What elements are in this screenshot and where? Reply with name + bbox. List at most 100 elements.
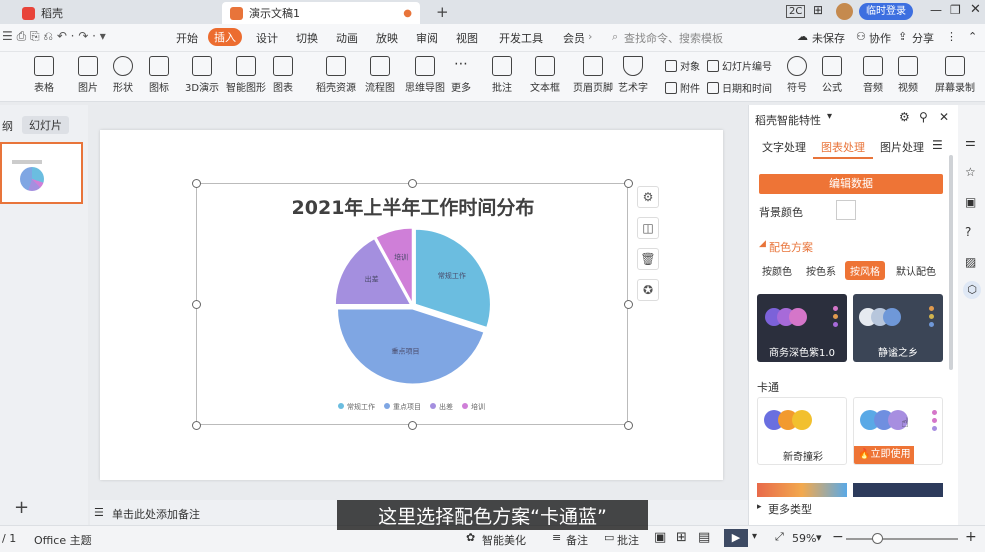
pane-settings-icon[interactable]: ⚙ bbox=[899, 110, 910, 124]
menu-start[interactable]: 开始 bbox=[176, 30, 198, 46]
scheme-tab-style[interactable]: 按风格 bbox=[845, 261, 885, 280]
bg-color-swatch[interactable] bbox=[836, 200, 856, 220]
menu-more-icon[interactable]: › bbox=[588, 30, 592, 43]
adjust-icon[interactable]: ⚌ bbox=[965, 135, 976, 149]
scheme-card-novel[interactable]: 新奇撞彩 bbox=[757, 397, 847, 465]
datetime-button[interactable]: 日期和时间 bbox=[707, 80, 772, 95]
expand-arrow-icon[interactable]: ▸ bbox=[757, 502, 762, 512]
image-button[interactable]: 图片 bbox=[78, 56, 98, 94]
chart-button[interactable]: 图表 bbox=[273, 56, 293, 94]
delete-icon[interactable]: 🗑 bbox=[637, 248, 659, 270]
crop-icon[interactable]: ▣ bbox=[965, 195, 976, 209]
tab-daoke[interactable]: 稻壳 bbox=[14, 2, 219, 24]
play-options-icon[interactable]: ▾ bbox=[752, 531, 757, 542]
share-button[interactable]: 分享 bbox=[912, 30, 934, 46]
smart-feature-icon[interactable]: ⬡ bbox=[963, 281, 981, 299]
menu-transition[interactable]: 切换 bbox=[296, 30, 318, 46]
fit-zoom-icon[interactable]: ⤢ bbox=[775, 530, 784, 544]
pane-menu-icon[interactable]: ☰ bbox=[932, 138, 943, 152]
shape-button[interactable]: 形状 bbox=[113, 56, 133, 94]
formula-button[interactable]: 公式 bbox=[822, 56, 842, 94]
pane-tab-image[interactable]: 图片处理 bbox=[880, 139, 924, 155]
grid-icon[interactable]: ⊞ bbox=[813, 3, 823, 17]
pane-close-icon[interactable]: ✕ bbox=[939, 110, 949, 124]
collapse-icon[interactable]: ⌃ bbox=[968, 30, 977, 43]
use-now-button[interactable]: 🔥立即使用 bbox=[854, 446, 914, 464]
video-button[interactable]: 视频 bbox=[898, 56, 918, 94]
scheme-card-business[interactable]: 商务深色紫1.0 bbox=[757, 294, 847, 362]
reading-view-icon[interactable]: ▤ bbox=[698, 530, 710, 545]
edit-data-button[interactable]: 编辑数据 bbox=[759, 174, 943, 194]
sorter-view-icon[interactable]: ⊞ bbox=[676, 530, 687, 545]
scheme-tab-series[interactable]: 按色系 bbox=[801, 261, 841, 280]
tab-slides[interactable]: 幻灯片 bbox=[22, 116, 69, 134]
tab-document[interactable]: 演示文稿1 ● bbox=[222, 2, 420, 24]
unsaved-status[interactable]: 未保存 bbox=[812, 30, 845, 46]
headerfooter-button[interactable]: 页眉页脚 bbox=[573, 56, 613, 94]
scheme-card-peek-a[interactable] bbox=[757, 483, 847, 497]
mindmap-button[interactable]: 思维导图 bbox=[405, 56, 445, 94]
comment-toggle[interactable]: 批注 bbox=[617, 532, 639, 548]
image-tool-icon[interactable]: ▨ bbox=[965, 255, 976, 269]
quick-access-icons[interactable]: ☰ ⎙ ⎘ ⎌ ↶ · ↷ · ▾ bbox=[2, 29, 106, 44]
icon-button[interactable]: 图标 bbox=[149, 56, 169, 94]
collab-button[interactable]: 协作 bbox=[869, 30, 891, 46]
menu-developer[interactable]: 开发工具 bbox=[499, 30, 543, 46]
login-button[interactable]: 临时登录 bbox=[859, 3, 913, 20]
zoom-in-icon[interactable]: + bbox=[965, 529, 977, 545]
pane-title[interactable]: 稻壳智能特性 bbox=[755, 112, 821, 128]
zoom-level[interactable]: 59% bbox=[792, 532, 816, 545]
audio-button[interactable]: 音频 bbox=[863, 56, 883, 94]
scheme-card-cartoon-blue[interactable]: ☝ 🔥立即使用 bbox=[853, 397, 943, 465]
pane-title-dropdown-icon[interactable]: ▾ bbox=[827, 111, 832, 122]
new-tab-button[interactable]: + bbox=[436, 3, 449, 21]
table-button[interactable]: 表格 bbox=[34, 56, 54, 94]
zoom-dropdown-icon[interactable]: ▾ bbox=[816, 531, 822, 544]
more-types-link[interactable]: 更多类型 bbox=[768, 501, 812, 517]
menu-design[interactable]: 设计 bbox=[256, 30, 278, 46]
beautify-button[interactable]: 智能美化 bbox=[482, 532, 526, 548]
help-icon[interactable]: ? bbox=[965, 225, 971, 239]
chart-frame[interactable]: 2021年上半年工作时间分布 常规工作 重点项目 出差 培训 常规工作 重点项目 出差 培训 bbox=[192, 179, 633, 430]
maximize-icon[interactable]: ❐ bbox=[950, 3, 961, 17]
slide-1[interactable]: 2021年上半年工作时间分布 常规工作 重点项目 出差 培训 常规工作 重点项目 出差 培训 … bbox=[100, 130, 723, 480]
star-icon[interactable]: ☆ bbox=[965, 165, 976, 179]
more-options-icon[interactable]: ⋮ bbox=[946, 30, 957, 43]
menu-member[interactable]: 会员 bbox=[563, 30, 585, 46]
chart-settings-icon[interactable]: ⚙ bbox=[637, 186, 659, 208]
play-button[interactable]: ▶ bbox=[724, 529, 748, 547]
close-icon[interactable]: ✕ bbox=[970, 2, 981, 17]
comment-button[interactable]: 批注 bbox=[492, 56, 512, 94]
smartart-button[interactable]: 智能图形 bbox=[226, 56, 266, 94]
wordart-button[interactable]: 艺术字 bbox=[618, 56, 648, 94]
scheme-card-peek-b[interactable] bbox=[853, 483, 943, 497]
zoom-slider-thumb[interactable] bbox=[872, 533, 883, 544]
command-search[interactable]: 查找命令、搜索模板 bbox=[624, 30, 723, 46]
slide-thumbnail-1[interactable] bbox=[0, 142, 83, 204]
collapse-triangle-icon[interactable]: ◢ bbox=[759, 239, 766, 249]
menu-insert[interactable]: 插入 bbox=[208, 28, 242, 46]
notes-toggle[interactable]: 备注 bbox=[566, 532, 588, 548]
add-slide-button[interactable]: + bbox=[14, 497, 29, 518]
normal-view-icon[interactable]: ▣ bbox=[654, 530, 666, 545]
zoom-slider-track[interactable] bbox=[846, 538, 958, 540]
slideno-button[interactable]: 幻灯片编号 bbox=[707, 58, 772, 73]
menu-slideshow[interactable]: 放映 bbox=[376, 30, 398, 46]
attachment-button[interactable]: 附件 bbox=[665, 80, 700, 95]
screenrecord-button[interactable]: 屏幕录制 bbox=[935, 56, 975, 94]
minimize-icon[interactable]: — bbox=[930, 3, 942, 17]
pin-icon[interactable]: ⚲ bbox=[919, 110, 928, 124]
scheme-tab-color[interactable]: 按颜色 bbox=[757, 261, 797, 280]
menu-review[interactable]: 审阅 bbox=[416, 30, 438, 46]
symbol-button[interactable]: 符号 bbox=[787, 56, 807, 94]
zoom-out-icon[interactable]: − bbox=[832, 529, 844, 545]
pane-tab-text[interactable]: 文字处理 bbox=[762, 139, 806, 155]
avatar[interactable] bbox=[836, 3, 853, 20]
pane-scrollbar[interactable] bbox=[949, 155, 953, 370]
idea-icon[interactable]: ✪ bbox=[637, 279, 659, 301]
scheme-tab-default[interactable]: 默认配色 bbox=[891, 261, 941, 280]
tab-outline[interactable]: 纲 bbox=[2, 118, 13, 134]
3d-button[interactable]: 3D演示 bbox=[185, 56, 219, 94]
object-button[interactable]: 对象 bbox=[665, 58, 700, 73]
resource-button[interactable]: 稻壳资源 bbox=[316, 56, 356, 94]
